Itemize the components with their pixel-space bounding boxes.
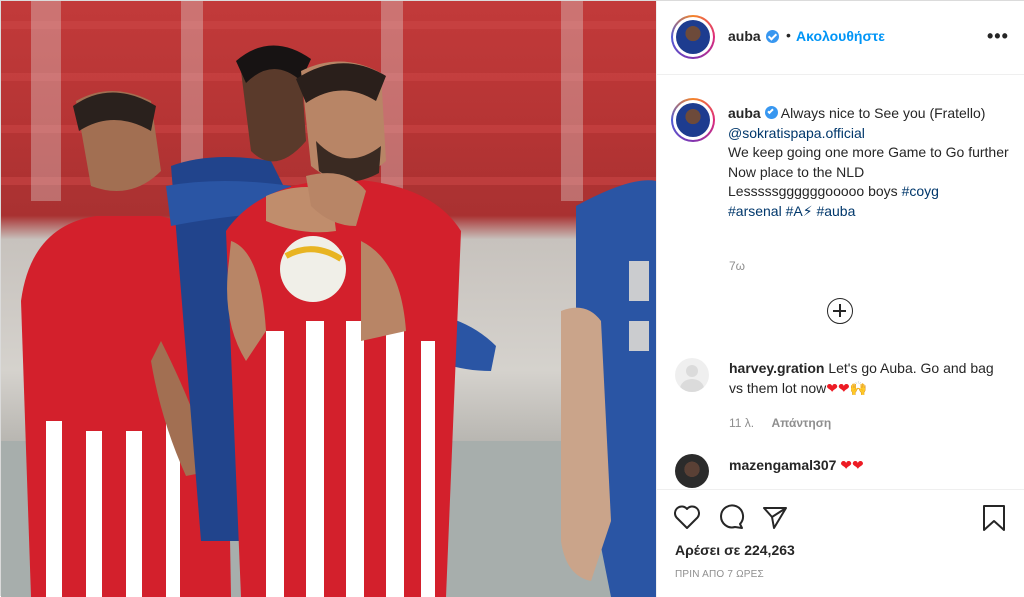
follow-button[interactable]: Ακολουθήστε: [796, 28, 885, 44]
share-icon[interactable]: [761, 504, 789, 530]
hashtag-auba[interactable]: #auba: [816, 203, 855, 219]
header-avatar[interactable]: [671, 15, 715, 59]
post-timestamp[interactable]: ΠΡΙΝ ΑΠΟ 7 ΩΡΕΣ: [675, 569, 764, 580]
header-username[interactable]: auba: [728, 28, 761, 44]
comment-icon[interactable]: [718, 504, 746, 530]
verified-icon: [766, 30, 779, 43]
comment-time[interactable]: 11 λ.: [729, 416, 754, 430]
post-window: auba • Ακολουθήστε ••• auba Always nice …: [0, 0, 1024, 597]
save-icon[interactable]: [981, 504, 1007, 532]
hashtag-arsenal[interactable]: #arsenal: [728, 203, 782, 219]
post-photo[interactable]: [1, 1, 656, 597]
avatar-image: [676, 103, 710, 137]
photo-illustration: [1, 1, 656, 597]
load-more-comments-icon[interactable]: [827, 298, 853, 324]
heart-icon[interactable]: [673, 504, 701, 530]
post-caption: auba Always nice to See you (Fratello) @…: [728, 104, 1013, 221]
comment-emojis: ❤❤: [840, 457, 864, 473]
caption-text-2: We keep going one more Game to Go furthe…: [728, 144, 1009, 160]
caption-time[interactable]: 7ω: [729, 259, 745, 273]
comment-meta: 11 λ. Απάντηση: [729, 416, 845, 430]
comment-avatar[interactable]: [675, 454, 709, 488]
comment-avatar[interactable]: [675, 358, 709, 392]
more-options-icon[interactable]: •••: [987, 27, 1009, 45]
hashtag-a[interactable]: #A⚡: [786, 203, 813, 219]
caption-text-3: Now place to the NLD: [728, 163, 865, 180]
caption-mention-link[interactable]: @sokratispapa.official: [728, 125, 865, 141]
header-separator: •: [786, 27, 791, 43]
comment-item: harvey.gration Let's go Auba. Go and bag…: [729, 359, 1009, 398]
likes-count[interactable]: Αρέσει σε 224,263: [675, 542, 795, 558]
caption-text-1: Always nice to See you (Fratello): [777, 105, 986, 121]
post-side-panel: auba • Ακολουθήστε ••• auba Always nice …: [656, 1, 1024, 597]
caption-avatar[interactable]: [671, 98, 715, 142]
hashtag-coyg[interactable]: #coyg: [902, 183, 939, 199]
comment-item: mazengamal307 ❤❤: [729, 456, 1009, 476]
post-actions-bar: Αρέσει σε 224,263 ΠΡΙΝ ΑΠΟ 7 ΩΡΕΣ: [657, 489, 1024, 597]
caption-verified-icon: [764, 106, 778, 119]
comment-username[interactable]: mazengamal307: [729, 457, 836, 473]
reply-button[interactable]: Απάντηση: [771, 416, 831, 430]
caption-username[interactable]: auba: [728, 105, 761, 121]
avatar-image: [676, 20, 710, 54]
comment-emojis: ❤❤🙌: [826, 379, 868, 396]
post-header: auba • Ακολουθήστε •••: [657, 1, 1024, 75]
caption-text-4: Lesssssggggggooooo boys: [728, 183, 902, 199]
comment-username[interactable]: harvey.gration: [729, 360, 824, 376]
